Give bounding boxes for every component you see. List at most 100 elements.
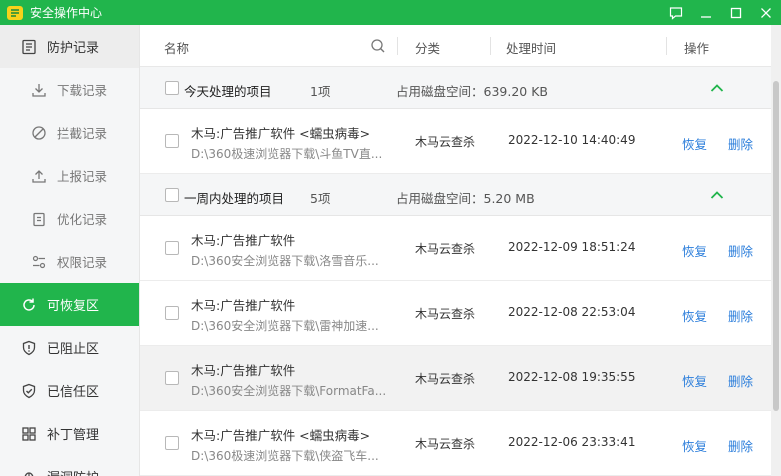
delete-link[interactable]: 删除 [728, 134, 753, 153]
threat-name: 木马:广告推广软件 [191, 363, 296, 378]
sidebar-item-recovery-zone[interactable]: 可恢复区 [0, 283, 139, 326]
file-path: D:\360极速浏览器下载\侠盗飞车... [191, 449, 379, 463]
maximize-icon [730, 7, 742, 18]
grid-icon [22, 426, 36, 441]
vertical-scrollbar[interactable] [771, 25, 781, 476]
recovery-zone-panel: 名称 分类 处理时间 操作 今天处理的项目 1项 占用磁盘空间：639.20 K… [140, 25, 781, 476]
restore-link[interactable]: 恢复 [682, 134, 707, 153]
sidebar-item-label: 已信任区 [47, 385, 100, 400]
category-value: 木马云查杀 [415, 242, 476, 256]
group-checkbox[interactable] [165, 81, 179, 95]
sidebar-item-label: 已阻止区 [47, 342, 100, 357]
restore-link[interactable]: 恢复 [682, 306, 707, 325]
sidebar-item-download-records[interactable]: 下载记录 [0, 68, 139, 111]
category-value: 木马云查杀 [415, 372, 476, 386]
app-logo-icon [7, 5, 23, 20]
file-path: D:\360安全浏览器下载\FormatFa... [191, 384, 387, 398]
column-divider [666, 37, 667, 55]
sidebar-item-patch-management[interactable]: 补丁管理 [0, 412, 139, 455]
sidebar-item-label: 可恢复区 [47, 299, 100, 314]
file-path: D:\360极速浏览器下载\斗鱼TV直... [191, 147, 383, 161]
maximize-button[interactable] [721, 0, 751, 25]
category-value: 木马云查杀 [415, 307, 476, 321]
sidebar-item-label: 权限记录 [57, 255, 108, 270]
feedback-button[interactable] [661, 0, 691, 25]
minimize-button[interactable] [691, 0, 721, 25]
block-icon [32, 125, 46, 140]
toggle-settings-icon [32, 255, 46, 268]
table-row[interactable]: 木马:广告推广软件 <蠕虫病毒> D:\360极速浏览器下载\侠盗飞车... 木… [140, 411, 781, 476]
category-value: 木马云查杀 [415, 437, 476, 451]
sidebar-item-report-records[interactable]: 上报记录 [0, 154, 139, 197]
minimize-icon [701, 15, 711, 18]
record-icon [22, 39, 36, 54]
shield-alert-icon [22, 340, 36, 355]
delete-link[interactable]: 删除 [728, 306, 753, 325]
sidebar-item-label: 漏洞防护 [47, 467, 99, 476]
threat-name: 木马:广告推广软件 [191, 233, 296, 248]
table-header: 名称 分类 处理时间 操作 [140, 25, 781, 67]
sidebar-item-block-records[interactable]: 拦截记录 [0, 111, 139, 154]
close-button[interactable] [751, 0, 781, 25]
chevron-up-icon[interactable] [710, 82, 724, 94]
column-header-time[interactable]: 处理时间 [506, 38, 556, 57]
column-divider [397, 37, 398, 55]
table-row[interactable]: 木马:广告推广软件 <蠕虫病毒> D:\360极速浏览器下载\斗鱼TV直... … [140, 109, 781, 174]
close-icon [761, 7, 771, 18]
search-icon[interactable] [370, 38, 386, 54]
row-checkbox[interactable] [165, 306, 179, 320]
title-bar: 安全操作中心 [0, 0, 781, 25]
sidebar-item-protection-records[interactable]: 防护记录 [0, 25, 139, 68]
sidebar-item-label: 补丁管理 [47, 428, 100, 443]
sidebar: 防护记录 下载记录 拦截记录 上报记录 优化记录 权限记录 可恢复区 已阻止区 … [0, 25, 140, 476]
column-header-category[interactable]: 分类 [415, 38, 440, 57]
group-title: 今天处理的项目 [184, 84, 272, 99]
table-row[interactable]: 木马:广告推广软件 D:\360安全浏览器下载\雷神加速... 木马云查杀 20… [140, 281, 781, 346]
sidebar-item-permission-records[interactable]: 权限记录 [0, 240, 139, 283]
table-row[interactable]: 木马:广告推广软件 D:\360安全浏览器下载\FormatFa... 木马云查… [140, 346, 781, 411]
chevron-up-icon[interactable] [710, 189, 724, 201]
column-divider [490, 37, 491, 55]
threat-name: 木马:广告推广软件 <蠕虫病毒> [191, 428, 371, 443]
scrollbar-thumb[interactable] [773, 81, 779, 411]
sidebar-item-trusted-zone[interactable]: 已信任区 [0, 369, 139, 412]
restore-icon [23, 298, 35, 311]
group-header-week: 一周内处理的项目 5项 占用磁盘空间：5.20 MB [140, 174, 781, 216]
row-checkbox[interactable] [165, 371, 179, 385]
threat-name: 木马:广告推广软件 [191, 298, 296, 313]
column-header-action: 操作 [684, 41, 710, 56]
threat-name: 木马:广告推广软件 <蠕虫病毒> [191, 126, 371, 141]
download-icon [32, 83, 46, 97]
sidebar-item-label: 防护记录 [47, 41, 100, 56]
delete-link[interactable]: 删除 [728, 371, 753, 390]
group-disk-usage: 占用磁盘空间：5.20 MB [396, 191, 535, 206]
delete-link[interactable]: 删除 [728, 436, 753, 455]
table-row[interactable]: 木马:广告推广软件 D:\360安全浏览器下载\洛雪音乐... 木马云查杀 20… [140, 216, 781, 281]
sidebar-item-optimize-records[interactable]: 优化记录 [0, 197, 139, 240]
sidebar-item-label: 下载记录 [57, 83, 108, 98]
group-count: 1项 [310, 84, 331, 99]
bug-icon [22, 471, 36, 476]
delete-link[interactable]: 删除 [728, 241, 753, 260]
restore-link[interactable]: 恢复 [682, 241, 707, 260]
restore-link[interactable]: 恢复 [682, 371, 707, 390]
category-value: 木马云查杀 [415, 135, 476, 149]
row-checkbox[interactable] [165, 241, 179, 255]
restore-link[interactable]: 恢复 [682, 436, 707, 455]
message-icon [669, 6, 683, 20]
time-value: 2022-12-08 19:35:55 [508, 370, 636, 384]
group-disk-usage: 占用磁盘空间：639.20 KB [396, 84, 548, 99]
column-header-name[interactable]: 名称 [164, 38, 189, 57]
window-title: 安全操作中心 [30, 6, 103, 20]
time-value: 2022-12-10 14:40:49 [508, 133, 636, 147]
sidebar-item-vulnerability-protection[interactable]: 漏洞防护 [0, 455, 139, 476]
sidebar-item-blocked-zone[interactable]: 已阻止区 [0, 326, 139, 369]
row-checkbox[interactable] [165, 436, 179, 450]
shield-check-icon [22, 383, 36, 398]
group-checkbox[interactable] [165, 188, 179, 202]
clipboard-icon [33, 212, 45, 226]
row-checkbox[interactable] [165, 134, 179, 148]
time-value: 2022-12-06 23:33:41 [508, 435, 636, 449]
sidebar-item-label: 优化记录 [57, 212, 108, 227]
sidebar-item-label: 上报记录 [57, 169, 108, 184]
